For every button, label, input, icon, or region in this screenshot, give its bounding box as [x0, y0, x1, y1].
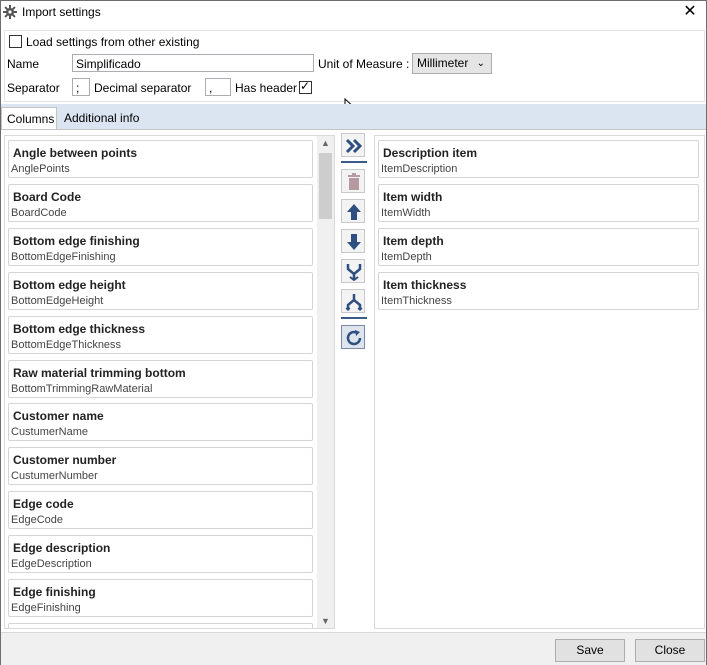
list-item-key: ItemDepth — [381, 251, 432, 263]
gear-icon — [3, 5, 17, 19]
separator-input[interactable]: ; — [72, 78, 90, 96]
tab-strip: Columns Additional info — [1, 104, 706, 129]
selected-columns-list[interactable]: Description item ItemDescription Item wi… — [374, 135, 705, 629]
scroll-up-icon[interactable]: ▲ — [321, 138, 330, 148]
close-icon[interactable]: ✕ — [680, 2, 700, 22]
decimal-separator-input[interactable]: , — [205, 78, 231, 96]
close-button[interactable]: Close — [635, 639, 705, 662]
list-item-key: CustumerName — [11, 426, 89, 438]
list-item[interactable]: Item width ItemWidth — [378, 184, 699, 222]
unit-of-measure-dropdown[interactable]: Millimeter ⌄ — [412, 53, 492, 74]
title-bar: Import settings ✕ — [1, 1, 706, 25]
list-item[interactable]: Bottom edge finishing BottomEdgeFinishin… — [8, 228, 313, 266]
list-item-title: Customer number — [13, 453, 117, 467]
toolbar-separator — [341, 317, 367, 319]
list-item-key: EdgeFinishing — [11, 602, 81, 614]
vertical-scrollbar[interactable]: ▲ ▼ — [317, 136, 334, 628]
move-down-icon — [347, 234, 361, 250]
list-item[interactable] — [8, 623, 313, 628]
list-item-title: Item width — [383, 190, 443, 204]
has-header-label: Has header — [235, 81, 298, 95]
refresh-button[interactable] — [341, 325, 365, 349]
import-settings-window: Import settings ✕ Load settings from oth… — [0, 0, 707, 665]
list-item-title: Edge description — [13, 541, 111, 555]
load-settings-label: Load settings from other existing — [26, 35, 200, 49]
list-item[interactable]: Bottom edge thickness BottomEdgeThicknes… — [8, 316, 313, 354]
scroll-down-icon[interactable]: ▼ — [321, 616, 330, 626]
list-item[interactable]: Description item ItemDescription — [378, 140, 699, 178]
move-all-right-icon — [345, 138, 363, 154]
chevron-down-icon: ⌄ — [476, 58, 485, 69]
refresh-icon — [346, 330, 362, 346]
window-title: Import settings — [22, 5, 101, 19]
split-button[interactable] — [341, 289, 365, 313]
list-item-key: EdgeCode — [11, 514, 63, 526]
list-item-key: EdgeDescription — [11, 558, 92, 570]
list-item-title: Edge finishing — [13, 585, 96, 599]
list-item-title: Item depth — [383, 234, 444, 248]
move-up-icon — [347, 204, 361, 220]
list-item[interactable]: Edge finishing EdgeFinishing — [8, 579, 313, 617]
list-item-title: Bottom edge thickness — [13, 322, 146, 336]
list-item[interactable]: Item thickness ItemThickness — [378, 272, 699, 310]
list-item-key: BottomEdgeFinishing — [11, 251, 116, 263]
list-item[interactable]: Customer number CustumerNumber — [8, 447, 313, 485]
list-item[interactable]: Board Code BoardCode — [8, 184, 313, 222]
scrollbar-thumb[interactable] — [319, 153, 332, 219]
list-item-key: ItemThickness — [381, 295, 452, 307]
list-item-key: ItemDescription — [381, 163, 458, 175]
move-down-button[interactable] — [341, 229, 365, 253]
has-header-checkbox[interactable]: ✓ — [299, 79, 312, 94]
list-item-key: BottomEdgeThickness — [11, 339, 122, 351]
list-item-title: Edge code — [13, 497, 74, 511]
load-settings-checkbox[interactable] — [9, 35, 22, 48]
list-item-title: Board Code — [13, 190, 82, 204]
name-input[interactable]: Simplificado — [72, 54, 314, 72]
unit-of-measure-label: Unit of Measure : — [318, 57, 410, 71]
button-bar: Save Close — [1, 632, 706, 665]
list-item[interactable]: Bottom edge height BottomEdgeHeight — [8, 272, 313, 310]
list-item-key: AnglePoints — [11, 163, 70, 175]
save-button[interactable]: Save — [555, 639, 625, 662]
list-item[interactable]: Customer name CustumerName — [8, 403, 313, 441]
move-up-button[interactable] — [341, 199, 365, 223]
tab-columns[interactable]: Columns — [1, 107, 57, 129]
list-item-key: CustumerNumber — [11, 470, 98, 482]
available-columns-list[interactable]: Angle between points AnglePoints Board C… — [4, 135, 335, 629]
merge-button[interactable] — [341, 259, 365, 283]
list-item[interactable]: Edge description EdgeDescription — [8, 535, 313, 573]
delete-button[interactable] — [341, 169, 365, 193]
list-item-title: Raw material trimming bottom — [13, 366, 186, 380]
list-item-key: BottomEdgeHeight — [11, 295, 104, 307]
list-item[interactable]: Angle between points AnglePoints — [8, 140, 313, 178]
list-item[interactable]: Item depth ItemDepth — [378, 228, 699, 266]
separator-label: Separator — [7, 81, 60, 95]
tab-additional-info[interactable]: Additional info — [59, 107, 151, 129]
unit-of-measure-value: Millimeter — [417, 56, 469, 70]
delete-icon — [348, 173, 360, 190]
list-item-title: Description item — [383, 146, 478, 160]
list-item[interactable]: Raw material trimming bottom BottomTrimm… — [8, 360, 313, 398]
list-item-title: Bottom edge height — [13, 278, 126, 292]
list-item-title: Angle between points — [13, 146, 138, 160]
list-item-title: Item thickness — [383, 278, 467, 292]
decimal-separator-label: Decimal separator — [94, 81, 192, 95]
checkmark-icon: ✓ — [300, 79, 311, 93]
list-item-key: ItemWidth — [381, 207, 431, 219]
list-item-key: BottomTrimmingRawMaterial — [11, 383, 153, 395]
list-item-key: BoardCode — [11, 207, 67, 219]
split-icon — [345, 294, 363, 311]
list-item-title: Bottom edge finishing — [13, 234, 140, 248]
toolbar-separator — [341, 161, 367, 163]
move-all-right-button[interactable] — [341, 133, 365, 157]
list-item[interactable]: Edge code EdgeCode — [8, 491, 313, 529]
list-item-title: Customer name — [13, 409, 104, 423]
name-label: Name — [7, 57, 40, 71]
merge-icon — [346, 264, 362, 281]
